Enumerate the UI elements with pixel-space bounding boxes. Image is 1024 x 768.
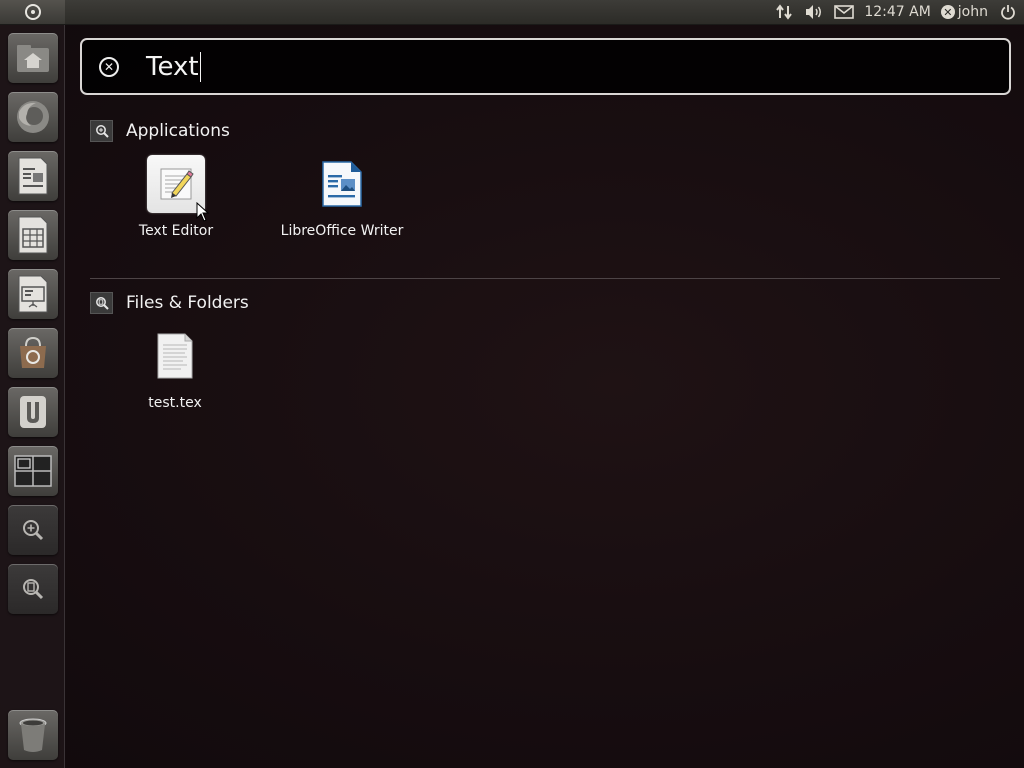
- files-category-icon: [90, 292, 113, 314]
- user-name-label: john: [957, 4, 988, 20]
- mail-icon[interactable]: [834, 2, 855, 22]
- launcher-home-folder[interactable]: [8, 33, 58, 83]
- text-file-icon: [146, 327, 204, 385]
- result-label: Text Editor: [138, 223, 214, 239]
- applications-category-header[interactable]: Applications: [90, 120, 230, 142]
- files-lens-icon: [23, 579, 44, 600]
- calc-icon: [18, 216, 48, 254]
- launcher-firefox[interactable]: [8, 92, 58, 142]
- launcher-applications-lens[interactable]: [8, 505, 58, 555]
- text-caret: [199, 52, 201, 82]
- libreoffice-writer-icon: [313, 155, 371, 213]
- launcher-files-lens[interactable]: [8, 564, 58, 614]
- firefox-icon: [17, 101, 49, 133]
- software-center-icon: [20, 336, 46, 368]
- apps-lens-icon: [23, 520, 44, 541]
- volume-icon[interactable]: [804, 2, 824, 22]
- launcher-workspace-switcher[interactable]: [8, 446, 58, 496]
- dash-search-box[interactable]: ✕ Text: [80, 38, 1011, 95]
- power-icon[interactable]: [998, 2, 1018, 22]
- user-status-icon: ✕: [940, 5, 955, 19]
- impress-icon: [18, 275, 48, 313]
- ubuntu-one-icon: [20, 396, 46, 428]
- category-separator: [90, 278, 1000, 279]
- trash-icon: [19, 718, 47, 752]
- result-label: LibreOffice Writer: [280, 223, 404, 239]
- dash-home-button[interactable]: [0, 0, 65, 24]
- mouse-cursor-icon: [196, 202, 210, 222]
- launcher-ubuntu-one[interactable]: [8, 387, 58, 437]
- result-test-tex[interactable]: test.tex: [115, 327, 235, 411]
- launcher: [0, 25, 65, 768]
- result-text-editor[interactable]: Text Editor: [116, 155, 236, 239]
- top-panel: 12:47 AM ✕ john: [0, 0, 1024, 25]
- applications-category-icon: [90, 120, 113, 142]
- launcher-libreoffice-calc[interactable]: [8, 210, 58, 260]
- result-libreoffice-writer[interactable]: LibreOffice Writer: [272, 155, 412, 239]
- search-query-text: Text: [146, 52, 199, 82]
- ubuntu-logo-icon: [24, 4, 41, 20]
- writer-icon: [18, 157, 48, 195]
- workspace-icon: [14, 455, 52, 487]
- network-icon[interactable]: [774, 2, 794, 22]
- launcher-libreoffice-writer[interactable]: [8, 151, 58, 201]
- launcher-libreoffice-impress[interactable]: [8, 269, 58, 319]
- user-menu[interactable]: ✕ john: [940, 4, 988, 20]
- clear-search-icon[interactable]: ✕: [99, 57, 119, 77]
- clock-label[interactable]: 12:47 AM: [864, 4, 930, 20]
- launcher-trash[interactable]: [8, 710, 58, 760]
- launcher-software-center[interactable]: [8, 328, 58, 378]
- home-icon: [17, 45, 49, 72]
- result-label: test.tex: [148, 395, 202, 411]
- files-category-header[interactable]: Files & Folders: [90, 292, 249, 314]
- indicator-area: 12:47 AM ✕ john: [774, 0, 1018, 24]
- search-input[interactable]: Text: [146, 50, 201, 84]
- applications-category-title: Applications: [126, 121, 230, 141]
- files-category-title: Files & Folders: [126, 293, 249, 313]
